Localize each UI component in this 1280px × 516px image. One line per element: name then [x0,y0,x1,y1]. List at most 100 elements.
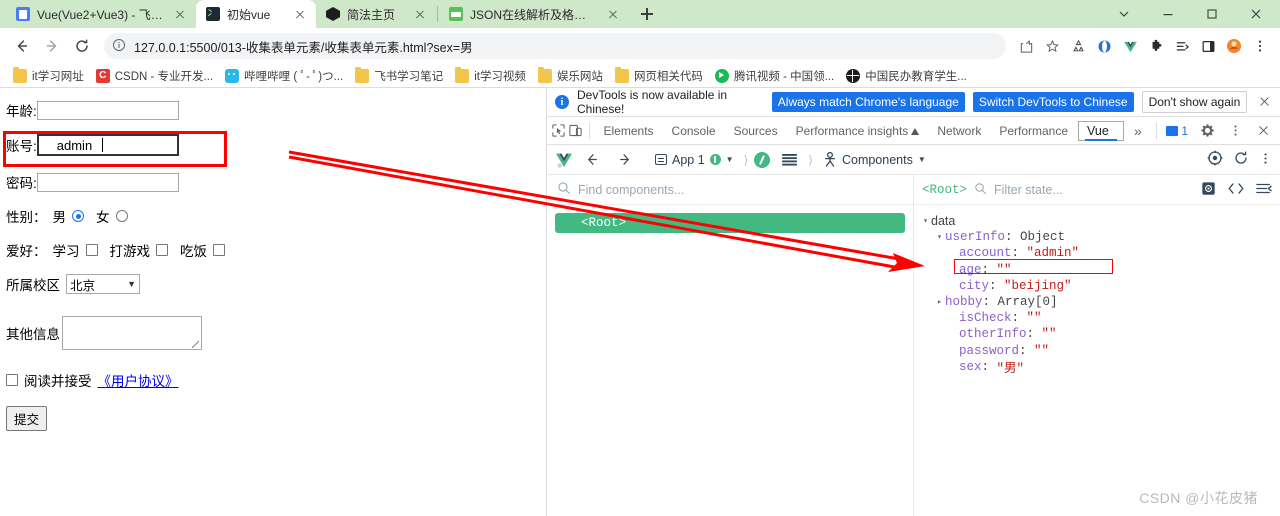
tab-performance-insights[interactable]: Performance insights [788,120,928,142]
share-icon[interactable] [1014,34,1038,58]
bookmark-item[interactable]: 飞书学习笔记 [350,66,448,86]
sex-female-radio[interactable] [115,210,128,222]
state-key: password [959,343,1020,358]
devtools-close-icon[interactable] [1250,119,1276,143]
more-tabs-button[interactable]: » [1126,119,1150,143]
tab-vue[interactable]: Vue [1078,120,1125,141]
sidepanel-icon[interactable] [1196,34,1220,58]
tab-sources[interactable]: Sources [726,120,786,142]
info-circle-icon[interactable] [112,38,126,55]
sex-male-radio[interactable] [72,210,84,222]
state-group-data[interactable]: data [920,213,1274,229]
bookmark-item[interactable]: it学习网址 [8,66,89,86]
inspect-dom-icon[interactable] [1201,181,1216,199]
components-search-bar[interactable]: Find components... [547,175,913,205]
bookmark-item[interactable]: 娱乐网站 [533,66,608,86]
browser-tab-1[interactable]: Vue(Vue2+Vue3) - 飞书云文档 [6,0,196,28]
profile-avatar-icon[interactable] [1222,34,1246,58]
vue-forward-button[interactable] [611,148,637,172]
hobby-eat-checkbox[interactable] [213,244,225,256]
age-input[interactable] [36,100,179,120]
user-agreement-link[interactable]: 《用户协议》 [98,370,179,390]
vue-back-button[interactable] [579,148,605,172]
state-object-userinfo[interactable]: userInfo : Object [920,229,1274,245]
recycle-icon[interactable] [1066,34,1090,58]
vue-refresh-icon[interactable] [1233,150,1249,169]
bookmark-item[interactable]: 腾讯视频 - 中国领... [710,66,839,86]
always-match-language-button[interactable]: Always match Chrome's language [771,92,965,112]
vue-devtools-icon[interactable] [1118,34,1142,58]
tab-close-icon[interactable] [292,6,308,22]
account-input[interactable]: admin [36,134,179,156]
tab-search-chevron-icon[interactable] [1102,0,1146,28]
hobby-study-label: 学习 [52,244,80,259]
state-prop-row[interactable]: otherInfo : "" [920,326,1274,342]
state-prop-row[interactable]: account : "admin" [920,245,1274,261]
address-bar[interactable]: 127.0.0.1:5500/013-收集表单元素/收集表单元素.html?se… [104,33,1006,59]
bookmark-item[interactable]: 哔哩哔哩 ( ﾟ- ﾟ)つ... [220,66,348,86]
state-prop-row[interactable]: isCheck : "" [920,310,1274,326]
device-toolbar-icon[interactable] [568,119,583,143]
state-prop-row[interactable]: age : "" [920,262,1274,278]
dont-show-again-button[interactable]: Don't show again [1141,91,1248,113]
tab-close-icon[interactable] [605,6,621,22]
bookmark-item[interactable]: 中国民办教育学生... [841,66,972,86]
bookmark-label: 腾讯视频 - 中国领... [733,70,835,83]
vue-target-icon[interactable] [1207,150,1223,169]
open-in-editor-icon[interactable] [1228,182,1244,198]
tab-close-icon[interactable] [412,6,428,22]
reading-list-icon[interactable] [1170,34,1194,58]
state-prop-row[interactable]: city : "beijing" [920,278,1274,294]
chrome-menu-icon[interactable] [1248,34,1272,58]
bookmark-star-icon[interactable] [1040,34,1064,58]
state-prop-row[interactable]: password : "" [920,343,1274,359]
state-prop-row[interactable]: hobby : Array[0] [920,294,1274,310]
tab-elements[interactable]: Elements [596,120,662,142]
state-key: sex [959,359,982,374]
switch-to-chinese-button[interactable]: Switch DevTools to Chinese [972,92,1134,112]
vue-app-selector[interactable]: App 1 ▼ [651,151,738,169]
bookmark-item[interactable]: 网页相关代码 [610,66,708,86]
devtools-menu-icon[interactable] [1222,119,1248,143]
vue-timeline-tab-icon[interactable] [776,148,802,172]
triangle-open-icon[interactable] [934,232,945,242]
collapse-all-icon[interactable] [1256,182,1272,198]
hobby-study-checkbox[interactable] [85,244,98,256]
inspect-element-icon[interactable] [551,119,566,143]
new-tab-button[interactable] [633,0,661,28]
tab-console[interactable]: Console [664,120,724,142]
forward-button[interactable] [38,32,66,60]
opera-icon[interactable] [1092,34,1116,58]
close-icon[interactable] [1234,0,1278,28]
globe-icon [846,68,861,83]
submit-button[interactable]: 提交 [6,406,48,431]
browser-tab-2[interactable]: 初始vue [196,0,316,28]
vue-panel-selector[interactable]: Components ▼ [819,150,930,169]
back-button[interactable] [8,32,36,60]
campus-select[interactable]: 北京 ▼ [66,274,140,294]
browser-tab-4[interactable]: JSON在线解析及格式化验证 - JS [439,0,629,28]
browser-tab-3[interactable]: 简法主页 [316,0,436,28]
settings-gear-icon[interactable] [1194,119,1220,143]
tree-node-root[interactable]: <Root> [555,213,905,233]
tab-close-icon[interactable] [172,6,188,22]
vue-menu-icon[interactable] [1259,151,1272,169]
triangle-closed-icon[interactable] [934,297,945,307]
vue-components-tab-icon[interactable] [754,151,771,168]
bookmark-item[interactable]: it学习视频 [450,66,531,86]
other-info-textarea[interactable] [62,316,202,350]
extensions-puzzle-icon[interactable] [1144,34,1168,58]
tab-performance[interactable]: Performance [991,120,1076,142]
state-prop-row[interactable]: sex : "男" [920,359,1274,377]
bookmark-item[interactable]: C CSDN - 专业开发... [91,66,218,86]
reload-button[interactable] [68,32,96,60]
tab-network[interactable]: Network [929,120,989,142]
maximize-icon[interactable] [1190,0,1234,28]
hobby-game-checkbox[interactable] [156,244,168,256]
triangle-open-icon[interactable] [920,216,931,226]
message-count-badge[interactable]: 1 [1162,122,1192,140]
banner-close-icon[interactable] [1255,93,1272,111]
minimize-icon[interactable] [1146,0,1190,28]
password-input[interactable] [36,172,179,192]
agreement-checkbox[interactable] [6,374,18,386]
